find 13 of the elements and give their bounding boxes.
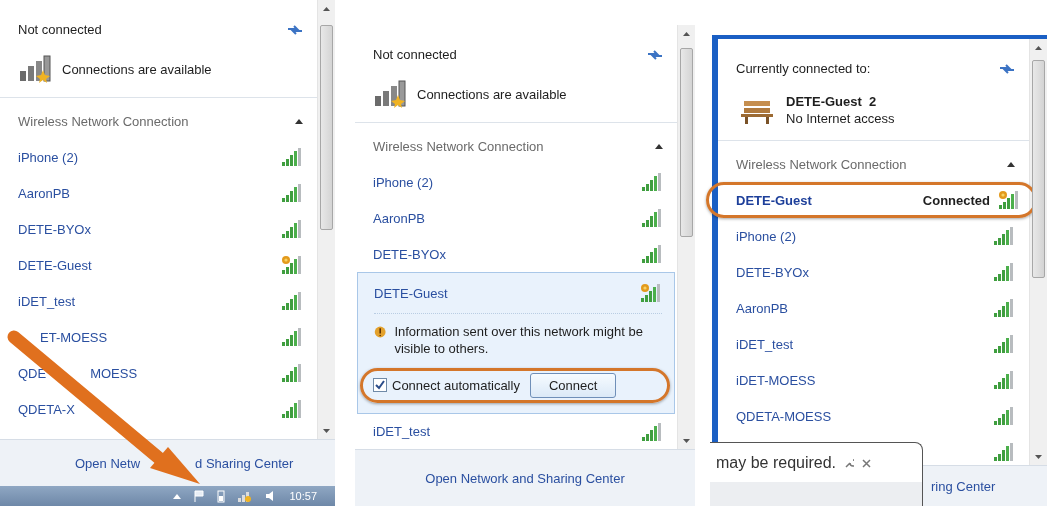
availability-text: Connections are available <box>417 86 567 102</box>
internet-status: No Internet access <box>786 111 895 126</box>
network-name: DETE-Guest 2 <box>786 94 878 109</box>
section-title: Wireless Network Connection <box>373 139 544 154</box>
status-title: Currently connected to: <box>736 61 871 76</box>
status-title: Not connected <box>18 22 102 37</box>
section-title: Wireless Network Connection <box>736 157 907 172</box>
availability-text: Connections are available <box>62 61 212 77</box>
status-title: Not connected <box>373 47 457 62</box>
section-title: Wireless Network Connection <box>18 114 189 129</box>
balloon-text: may be required. <box>716 454 837 472</box>
connection-status: Connected <box>922 192 990 208</box>
warning-text: Information sent over this network might be visible to others. <box>394 324 644 358</box>
